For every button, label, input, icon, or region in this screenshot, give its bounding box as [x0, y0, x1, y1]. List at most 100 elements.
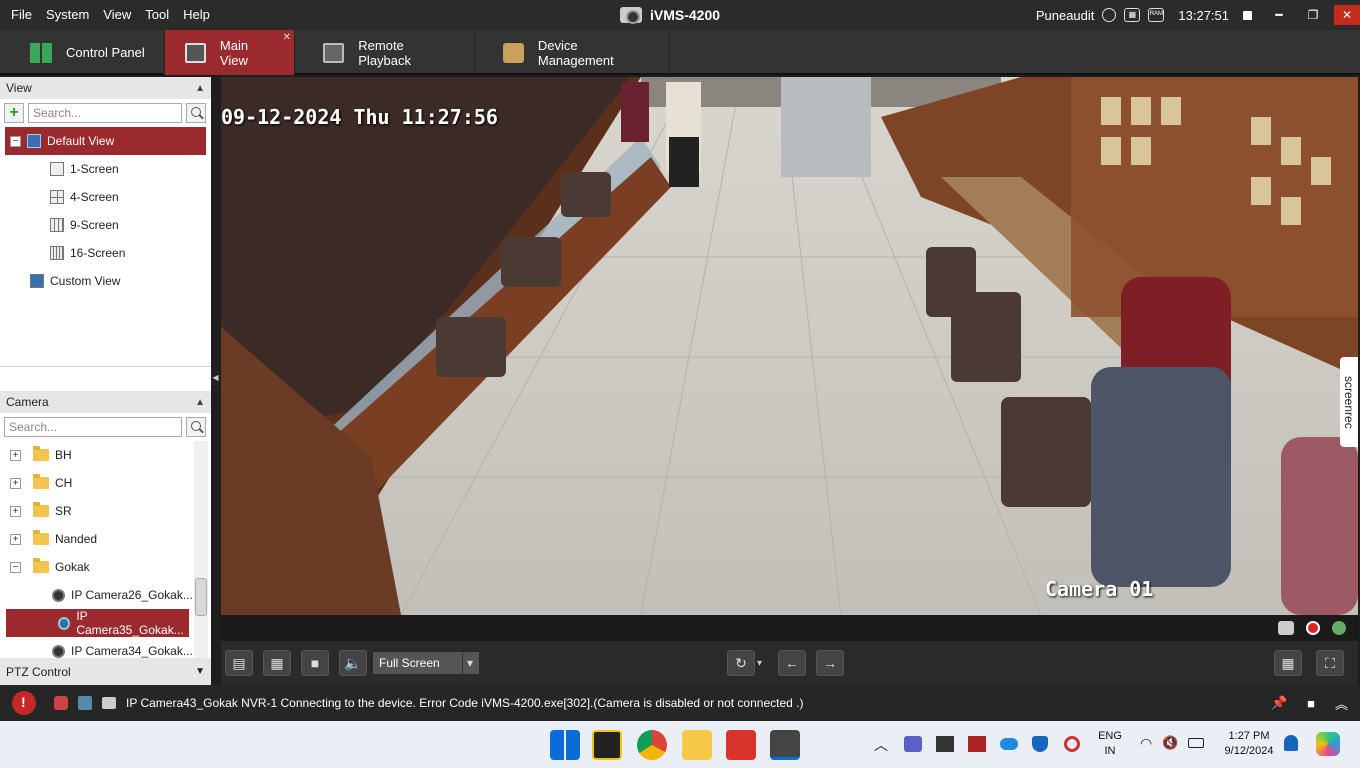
search-icon[interactable] — [186, 417, 206, 437]
tree-item-4-screen[interactable]: 4-Screen — [0, 183, 211, 211]
close-icon[interactable]: ✕ — [283, 32, 291, 43]
audio-off-icon[interactable] — [102, 697, 116, 709]
minimize-button[interactable]: ━ — [1266, 5, 1292, 25]
tab-main-view[interactable]: Main View ✕ — [165, 30, 295, 75]
snapshot-icon[interactable] — [1278, 621, 1294, 635]
windows-start-icon[interactable] — [550, 730, 580, 760]
copilot-icon[interactable] — [1316, 732, 1340, 756]
tree-group-bh[interactable]: + BH — [0, 441, 211, 469]
username[interactable]: Puneaudit — [1036, 8, 1095, 23]
live-video-pane[interactable]: 09-12-2024 Thu 11:27:56 Camera 01 screen… — [221, 77, 1358, 615]
tree-item-label: 9-Screen — [70, 218, 119, 232]
sticky-notes-icon[interactable] — [592, 730, 622, 760]
speaker-muted-icon[interactable]: 🔇 — [1162, 735, 1178, 751]
teams-icon[interactable] — [904, 736, 922, 752]
defender-icon[interactable] — [1032, 736, 1048, 752]
menu-tool[interactable]: Tool — [138, 0, 176, 30]
language-indicator[interactable]: ENG IN — [1092, 729, 1128, 759]
layout-button[interactable]: ▦ — [263, 650, 291, 676]
mute-button[interactable]: 🔈 — [339, 650, 367, 676]
next-page-button[interactable]: → — [816, 650, 845, 676]
camera-item-selected[interactable]: IP Camera35_Gokak... — [6, 609, 189, 637]
title-right: Puneaudit ▦ RAM 13:27:51 ━ ❐ ✕ — [1036, 0, 1360, 30]
screenrec-tray-icon[interactable] — [1064, 736, 1080, 752]
sequence-button[interactable]: ↻ — [727, 650, 755, 676]
tree-item-default-view[interactable]: − Default View — [5, 127, 206, 155]
view-panel-header[interactable]: View ▲ — [0, 77, 211, 99]
menu-file[interactable]: File — [4, 0, 39, 30]
chevron-down-icon[interactable]: ▼ — [195, 666, 205, 677]
camera-panel-header[interactable]: Camera ▲ — [0, 391, 211, 413]
wps-office-icon[interactable] — [726, 730, 756, 760]
ivms-taskbar-icon[interactable] — [770, 730, 800, 760]
event-icon[interactable] — [78, 696, 92, 710]
view-search-input[interactable]: Search... — [28, 103, 182, 123]
tree-group-sr[interactable]: + SR — [0, 497, 211, 525]
warning-icon[interactable] — [12, 691, 36, 715]
restore-button[interactable]: ❐ — [1300, 5, 1326, 25]
tree-item-1-screen[interactable]: 1-Screen — [0, 155, 211, 183]
sequence-dropdown-icon[interactable]: ▾ — [757, 658, 762, 669]
globe-icon[interactable] — [1102, 8, 1117, 22]
tree-group-ch[interactable]: + CH — [0, 469, 211, 497]
panel-collapse-handle[interactable]: ◀ — [211, 370, 220, 386]
screenrec-overlay[interactable]: screenrec — [1340, 357, 1358, 447]
tray-app2-icon[interactable] — [968, 736, 986, 752]
battery-icon[interactable] — [1188, 738, 1204, 748]
tree-group-gokak[interactable]: − Gokak — [0, 553, 211, 581]
collapse-icon[interactable]: − — [10, 561, 21, 573]
stop-all-button[interactable]: ■ — [301, 650, 329, 676]
tab-device-management[interactable]: Device Management — [475, 30, 670, 75]
screen-mode-select[interactable]: Full Screen ▾ — [373, 652, 479, 674]
menu-help[interactable]: Help — [176, 0, 217, 30]
show-hidden-icons-icon[interactable]: ︿ — [874, 735, 888, 755]
ram-icon[interactable]: RAM — [1148, 8, 1165, 22]
previous-page-button[interactable]: ← — [778, 650, 807, 676]
wifi-icon[interactable]: ◠ — [1140, 735, 1152, 752]
folder-icon — [33, 558, 49, 573]
tree-item-9-screen[interactable]: 9-Screen — [0, 211, 211, 239]
tree-item-16-screen[interactable]: 16-Screen — [0, 239, 211, 267]
expand-icon[interactable]: + — [10, 477, 21, 489]
camera-search-input[interactable]: Search... — [4, 417, 182, 437]
scrollbar-thumb[interactable] — [195, 578, 207, 616]
module-tabs: Control Panel Main View ✕ Remote Playbac… — [0, 30, 1360, 75]
camera-item[interactable]: IP Camera34_Gokak... — [0, 637, 211, 659]
dropdown-arrow-icon[interactable]: ▾ — [461, 652, 473, 674]
cpu-icon[interactable]: ▦ — [1124, 8, 1141, 22]
fullscreen-button[interactable]: ⛶ — [1316, 650, 1345, 676]
alarm-icon[interactable] — [54, 696, 68, 710]
restore-panel-icon[interactable]: ■ — [1307, 696, 1315, 711]
chevron-up-icon[interactable]: ▲ — [195, 397, 205, 408]
lock-icon[interactable] — [1243, 10, 1252, 20]
file-explorer-icon[interactable] — [682, 730, 712, 760]
chevron-up-icon[interactable]: ▲ — [195, 83, 205, 94]
menu-system[interactable]: System — [39, 0, 96, 30]
taskbar-clock[interactable]: 1:27 PM 9/12/2024 — [1216, 729, 1282, 759]
camera-tree-scrollbar[interactable] — [194, 441, 208, 659]
tab-control-panel[interactable]: Control Panel — [0, 30, 165, 75]
expand-up-icon[interactable]: ︽ — [1335, 694, 1348, 713]
ptz-panel-header[interactable]: PTZ Control ▼ — [0, 658, 211, 685]
menu-view[interactable]: View — [96, 0, 138, 30]
search-icon[interactable] — [186, 103, 206, 123]
add-view-button[interactable]: + — [4, 103, 24, 123]
window-division-button[interactable]: ▦ — [1274, 650, 1303, 676]
tree-item-custom-view[interactable]: Custom View — [0, 267, 211, 295]
notification-bell-icon[interactable] — [1284, 735, 1298, 751]
tray-app-icon[interactable] — [936, 736, 954, 752]
tab-remote-playback[interactable]: Remote Playback — [295, 30, 475, 75]
pin-icon[interactable]: 📌 — [1271, 695, 1287, 711]
collapse-icon[interactable]: − — [10, 135, 21, 147]
expand-icon[interactable]: + — [10, 533, 21, 545]
record-icon[interactable] — [1306, 621, 1320, 635]
onedrive-icon[interactable] — [1000, 738, 1018, 750]
camera-item[interactable]: IP Camera26_Gokak... — [0, 581, 211, 609]
tree-group-nanded[interactable]: + Nanded — [0, 525, 211, 553]
layout-save-button[interactable]: ▤ — [225, 650, 253, 676]
close-button[interactable]: ✕ — [1334, 5, 1360, 25]
chrome-icon[interactable] — [637, 730, 667, 760]
expand-icon[interactable]: + — [10, 505, 21, 517]
expand-icon[interactable]: + — [10, 449, 21, 461]
refresh-icon[interactable] — [1332, 621, 1346, 635]
